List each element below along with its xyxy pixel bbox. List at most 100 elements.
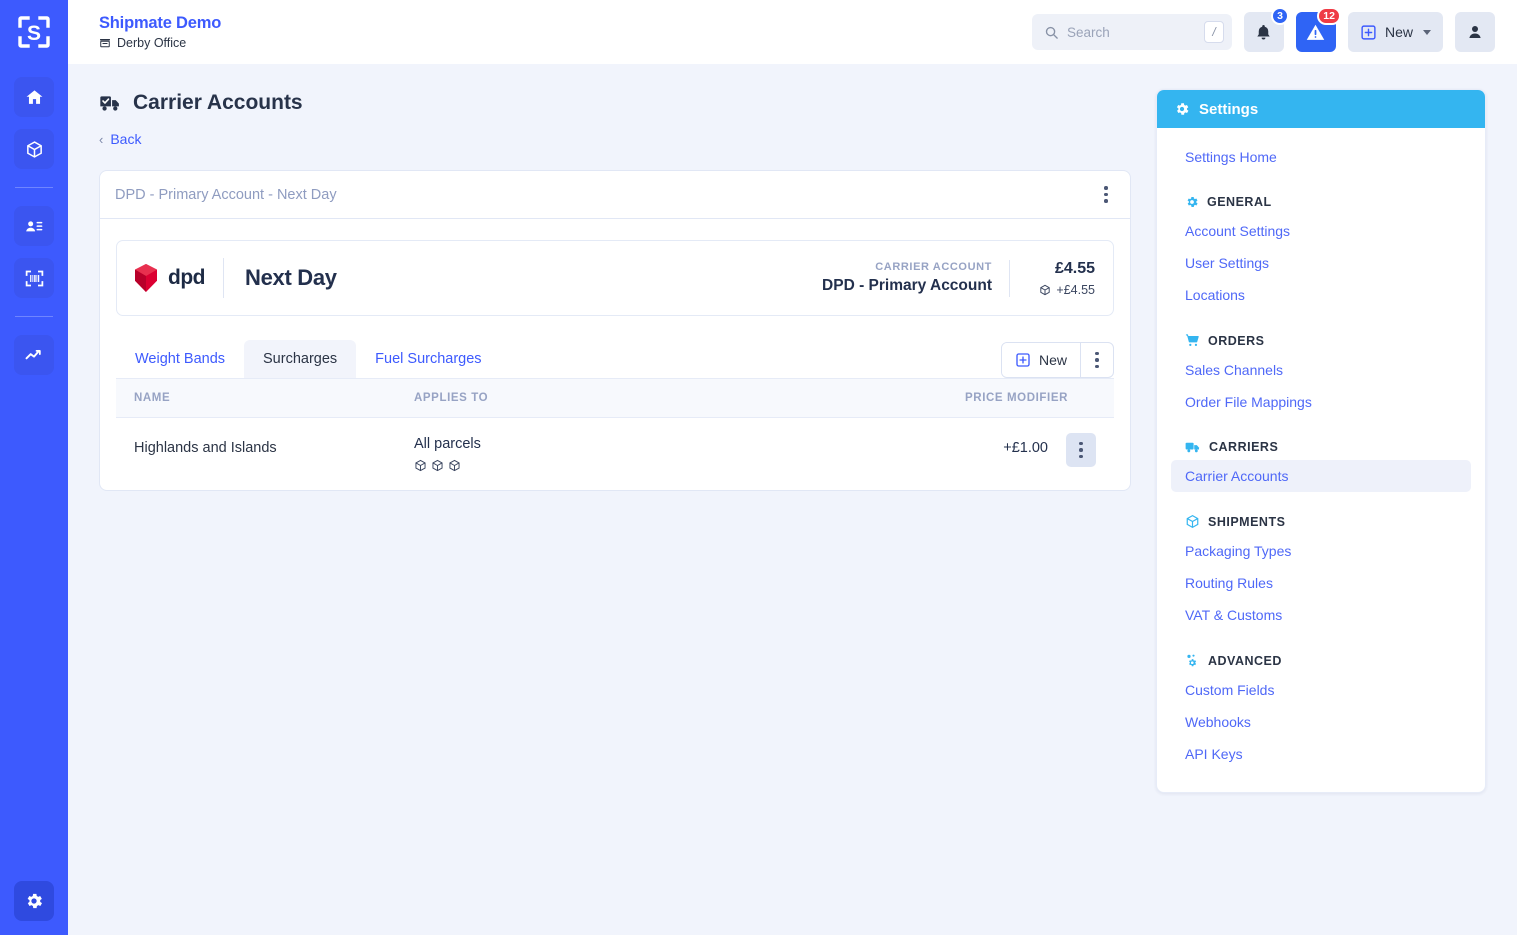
sidebar-item-shipments[interactable]	[14, 129, 54, 169]
kebab-dot	[1104, 192, 1108, 197]
plus-square-icon	[1016, 353, 1030, 367]
settings-item-vat-customs[interactable]: VAT & Customs	[1171, 599, 1471, 631]
settings-item-custom-fields[interactable]: Custom Fields	[1171, 674, 1471, 706]
alerts-badge: 12	[1317, 7, 1341, 25]
table-head: NAME APPLIES TO PRICE MODIFIER	[116, 378, 1114, 418]
truck-check-icon	[100, 95, 119, 111]
service-price-total: £4.55	[1054, 259, 1095, 277]
sidebar-item-settings[interactable]	[14, 881, 54, 921]
package-icon	[1186, 514, 1199, 529]
cell-row-actions	[1062, 418, 1114, 491]
page-body: Carrier Accounts ‹ Back DPD - Primary Ac…	[68, 64, 1517, 935]
settings-panel-body: Settings Home GENERAL Account Settings U…	[1157, 128, 1485, 792]
package-icon	[432, 459, 443, 472]
notifications-badge: 3	[1270, 7, 1289, 25]
settings-item-settings-home[interactable]: Settings Home	[1171, 141, 1471, 173]
settings-panel-title: Settings	[1199, 100, 1259, 118]
dpd-parcel-icon	[135, 264, 157, 292]
kebab-dot	[1079, 448, 1083, 452]
shipmate-logo[interactable]: S	[0, 0, 68, 64]
service-price-breakdown-text: +£4.55	[1056, 282, 1095, 297]
row-menu-button[interactable]	[1066, 433, 1096, 467]
cell-applies-to: All parcels	[414, 418, 924, 491]
brand-block[interactable]: Shipmate Demo Derby Office	[99, 14, 221, 50]
new-button-label: New	[1384, 24, 1413, 40]
tab-list: Weight Bands Surcharges Fuel Surcharges	[116, 340, 501, 378]
table-body: Highlands and Islands All parcels +£1.00	[116, 418, 1114, 491]
search-input[interactable]	[1066, 24, 1196, 40]
rail-divider-2	[15, 316, 53, 317]
carrier-account-label: CARRIER ACCOUNT	[875, 261, 992, 273]
bell-icon	[1257, 24, 1271, 39]
gear-icon	[27, 893, 42, 909]
carrier-account-block: CARRIER ACCOUNT DPD - Primary Account	[822, 261, 1009, 295]
settings-group-label: SHIPMENTS	[1208, 514, 1286, 529]
address-card-icon	[26, 221, 43, 232]
chevron-left-icon: ‹	[99, 131, 104, 147]
settings-group-label: CARRIERS	[1209, 440, 1279, 454]
account-button[interactable]	[1455, 12, 1495, 52]
alerts-button[interactable]: 12	[1295, 7, 1341, 52]
carrier-account-value: DPD - Primary Account	[822, 277, 992, 294]
truck-icon	[1185, 442, 1200, 453]
user-icon	[1469, 26, 1481, 38]
sidebar-item-scan[interactable]	[14, 258, 54, 298]
search-box[interactable]: /	[1031, 14, 1232, 50]
svg-text:S: S	[27, 22, 41, 45]
settings-group-shipments: SHIPMENTS	[1171, 505, 1471, 535]
card-header-title: DPD - Primary Account - Next Day	[115, 186, 337, 203]
main-column: Carrier Accounts ‹ Back DPD - Primary Ac…	[68, 64, 1156, 935]
table-row[interactable]: Highlands and Islands All parcels +£1.00	[116, 418, 1114, 491]
top-bar-actions: / 3 12	[1031, 7, 1495, 52]
back-link[interactable]: ‹ Back	[99, 131, 1156, 147]
settings-panel: Settings Settings Home GENERAL Account S…	[1156, 89, 1486, 793]
settings-item-carrier-accounts[interactable]: Carrier Accounts	[1171, 460, 1471, 492]
cart-icon	[1185, 334, 1199, 346]
service-price-block: £4.55 +£4.55	[1009, 259, 1095, 297]
analytics-line-icon	[25, 349, 41, 360]
tab-surcharges[interactable]: Surcharges	[244, 340, 357, 378]
settings-item-locations[interactable]: Locations	[1171, 279, 1471, 311]
settings-item-user-settings[interactable]: User Settings	[1171, 247, 1471, 279]
card-menu-button[interactable]	[1092, 178, 1120, 212]
gear-icon	[1176, 103, 1189, 115]
settings-item-packaging-types[interactable]: Packaging Types	[1171, 535, 1471, 567]
kebab-dot	[1104, 199, 1108, 203]
cell-name: Highlands and Islands	[134, 440, 277, 456]
cell-applies-to-text: All parcels	[414, 436, 481, 452]
cell-price-modifier: +£1.00	[1003, 440, 1048, 456]
notifications-button[interactable]: 3	[1243, 7, 1289, 52]
top-bar: Shipmate Demo Derby Office /	[68, 0, 1517, 64]
package-icon	[1040, 284, 1051, 295]
table-header-row: NAME APPLIES TO PRICE MODIFIER	[116, 378, 1114, 418]
tab-fuel-surcharges[interactable]: Fuel Surcharges	[356, 340, 500, 378]
column-header-name: NAME	[116, 378, 414, 418]
page-title: Carrier Accounts	[99, 91, 1156, 115]
settings-item-order-file-mappings[interactable]: Order File Mappings	[1171, 386, 1471, 418]
package-icon	[449, 459, 460, 472]
settings-item-account-settings[interactable]: Account Settings	[1171, 215, 1471, 247]
advanced-gears-icon	[1187, 654, 1197, 667]
settings-item-routing-rules[interactable]: Routing Rules	[1171, 567, 1471, 599]
sidebar-item-analytics[interactable]	[14, 335, 54, 375]
new-button[interactable]: New	[1347, 12, 1443, 52]
barcode-scan-icon	[25, 270, 43, 286]
tab-actions: New	[1000, 342, 1114, 378]
right-region: Shipmate Demo Derby Office /	[68, 0, 1517, 935]
gear-icon	[1187, 196, 1198, 208]
sidebar-item-home[interactable]	[14, 77, 54, 117]
carrier-service-card: DPD - Primary Account - Next Day dpd Nex…	[99, 170, 1131, 491]
surcharges-table: NAME APPLIES TO PRICE MODIFIER Highlands…	[116, 378, 1114, 490]
chevron-down-icon	[1423, 29, 1431, 35]
settings-item-sales-channels[interactable]: Sales Channels	[1171, 354, 1471, 386]
sidebar-item-contacts[interactable]	[14, 206, 54, 246]
settings-item-api-keys[interactable]: API Keys	[1171, 738, 1471, 770]
table-actions-menu-button[interactable]	[1081, 343, 1113, 377]
new-surcharge-button[interactable]: New	[1001, 343, 1080, 377]
settings-group-general: GENERAL	[1171, 186, 1471, 215]
kebab-dot	[1104, 186, 1108, 190]
settings-group-label: ORDERS	[1208, 333, 1265, 348]
new-button-group: New	[1000, 342, 1114, 378]
tab-weight-bands[interactable]: Weight Bands	[116, 340, 244, 378]
settings-item-webhooks[interactable]: Webhooks	[1171, 706, 1471, 738]
